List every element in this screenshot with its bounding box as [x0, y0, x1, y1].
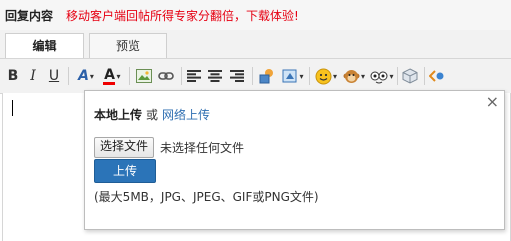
close-icon[interactable]: ×	[486, 93, 499, 111]
chevron-down-icon: ▾	[299, 71, 304, 81]
font-glyph: A	[78, 68, 89, 84]
tab-preview[interactable]: 预览	[89, 33, 167, 58]
align-center-icon[interactable]	[207, 66, 223, 86]
editor-tabs: 编辑 预览	[0, 30, 511, 58]
tab-network-upload[interactable]: 网络上传	[162, 108, 210, 122]
toolbar-divider	[424, 67, 425, 85]
font-color-letter: A	[104, 66, 115, 83]
font-icon[interactable]: A ▾	[74, 66, 98, 86]
tab-local-upload[interactable]: 本地上传	[94, 108, 142, 122]
toolbar-divider	[397, 67, 398, 85]
chevron-down-icon: ▾	[389, 71, 394, 81]
upload-image-icon[interactable]	[258, 66, 276, 86]
insert-icon[interactable]: ▾	[280, 66, 306, 86]
image-icon[interactable]	[135, 66, 153, 86]
underline-icon[interactable]: U	[47, 66, 61, 86]
mobile-promo-link[interactable]: 移动客户端回帖所得专家分翻倍，下载体验!	[66, 7, 299, 24]
toolbar-divider	[68, 67, 69, 85]
chevron-down-icon: ▾	[116, 71, 121, 81]
box-icon[interactable]	[401, 66, 419, 86]
toolbar-divider	[181, 67, 182, 85]
align-right-icon[interactable]	[229, 66, 245, 86]
toolbar-divider	[129, 67, 130, 85]
text-caret	[12, 100, 13, 116]
upload-source-tabs: 本地上传或网络上传	[94, 106, 210, 123]
image-upload-dialog: × 本地上传或网络上传 选择文件 未选择任何文件 上传 (最大5MB，JPG、J…	[84, 90, 505, 230]
color-bar	[103, 81, 116, 85]
file-status: 未选择任何文件	[160, 141, 245, 155]
tab-edit[interactable]: 编辑	[5, 33, 84, 58]
smiley-icon[interactable]: ▾	[313, 66, 339, 86]
font-color-glyph: A	[103, 66, 116, 85]
chevron-down-icon: ▾	[332, 71, 337, 81]
toolbar-divider	[309, 67, 310, 85]
or-text: 或	[146, 108, 159, 122]
choose-file-button[interactable]: 选择文件	[94, 137, 155, 158]
chevron-down-icon: ▾	[360, 71, 365, 81]
emoticon-icon[interactable]: ▾	[369, 66, 395, 86]
toolbar-divider	[252, 67, 253, 85]
file-input-row: 选择文件 未选择任何文件	[94, 137, 244, 158]
bold-icon[interactable]: B	[6, 66, 20, 86]
italic-icon[interactable]: I	[26, 66, 40, 86]
reply-header: 回复内容 移动客户端回帖所得专家分翻倍，下载体验!	[0, 0, 511, 31]
font-color-icon[interactable]: A ▾	[100, 66, 124, 86]
reply-title: 回复内容	[5, 9, 54, 23]
monkey-emoticon-icon[interactable]: ▾	[341, 66, 367, 86]
upload-button[interactable]: 上传	[94, 159, 156, 183]
upload-hint: (最大5MB，JPG、JPEG、GIF或PNG文件)	[94, 190, 319, 204]
link-icon[interactable]	[157, 66, 175, 86]
chevron-down-icon: ▾	[89, 71, 94, 81]
share-icon[interactable]	[428, 66, 446, 86]
align-left-icon[interactable]	[186, 66, 202, 86]
editor-toolbar: B I U A ▾ A ▾ ▾ ▾ ▾ ▾	[0, 58, 511, 94]
